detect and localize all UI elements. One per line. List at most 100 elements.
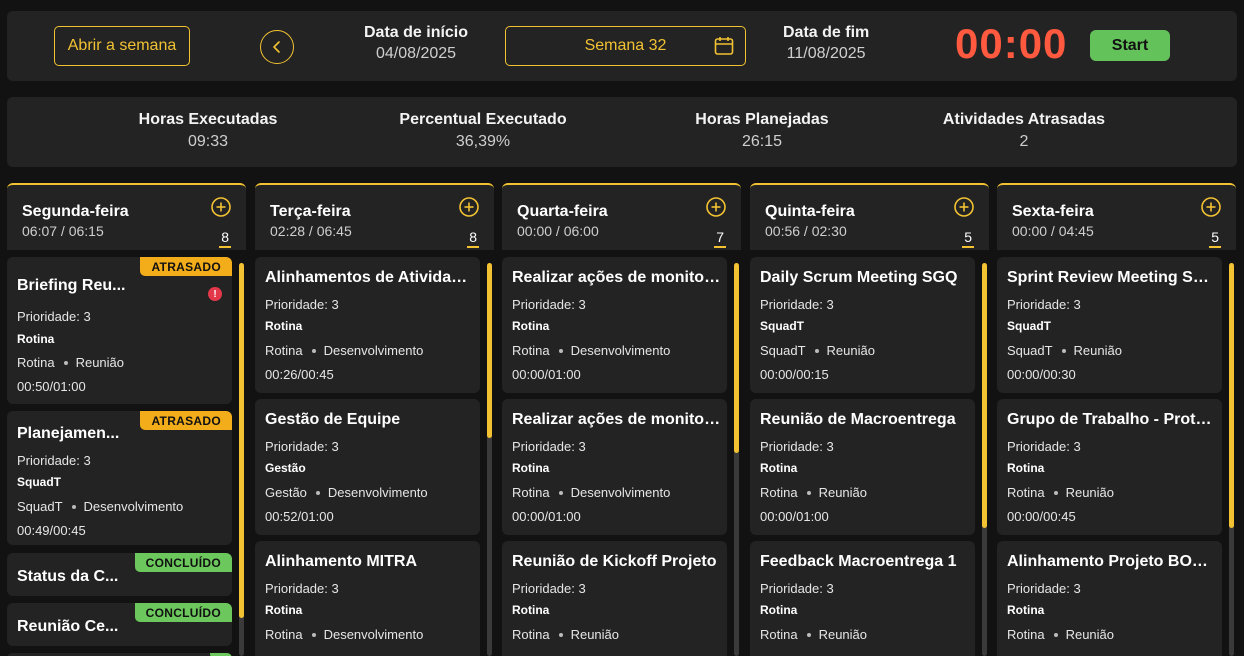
card-priority: Prioridade: 3 [17,309,91,324]
day-column: Quarta-feira 00:00 / 06:00 7 Realizar aç… [502,183,741,656]
day-column-header: Quarta-feira 00:00 / 06:00 7 [502,183,741,250]
card-time: 00:52/01:00 [265,509,334,524]
day-column: Segunda-feira 06:07 / 06:15 8 ATRASADO !… [7,183,246,656]
late-activities-label: Atividades Atrasadas [942,111,1106,128]
card-priority: Prioridade: 3 [265,439,339,454]
card-tags: Rotina Reunião [760,627,867,642]
card-priority: Prioridade: 3 [1007,581,1081,596]
activity-card[interactable]: Alinhamento Projeto BOWIE Prioridade: 3 … [997,541,1222,656]
start-button[interactable]: Start [1090,30,1170,61]
status-badge: CONCLUÍDO [134,553,232,572]
add-activity-icon[interactable] [705,196,727,218]
activity-card[interactable]: Grupo de Trabalho - Protocolo Prioridade… [997,399,1222,535]
day-hours: 02:28 / 06:45 [270,223,352,239]
day-column-header: Terça-feira 02:28 / 06:45 8 [255,183,494,250]
scrollbar-thumb[interactable] [487,263,492,438]
card-group: Gestão [265,461,306,475]
card-tag: SquadT [760,343,806,358]
day-name: Terça-feira [270,203,351,220]
calendar-icon[interactable] [713,35,735,57]
day-column: Terça-feira 02:28 / 06:45 8 Alinhamentos… [255,183,494,656]
add-activity-icon[interactable] [458,196,480,218]
add-activity-icon[interactable] [1200,196,1222,218]
end-date-label: Data de fim [783,24,870,41]
scrollbar-thumb[interactable] [734,263,739,453]
activity-card[interactable]: Gestão de Equipe Prioridade: 3 Gestão Ge… [255,399,480,535]
activity-card[interactable]: Alinhamentos de Atividades Prioridade: 3… [255,257,480,393]
card-tag: Rotina [265,343,303,358]
activity-card[interactable]: Realizar ações de monitoramento Priorida… [502,399,727,535]
card-tag: Desenvolvimento [83,499,184,514]
percent-executed-value: 36,39% [455,133,511,150]
card-tags: SquadT Desenvolvimento [17,499,183,514]
separator-dot [311,348,316,353]
activity-card[interactable]: ATRASADO Planejamen... Prioridade: 3 Squ… [7,411,232,545]
card-tag: Desenvolvimento [323,627,424,642]
activity-card[interactable]: Feedback Macroentrega 1 Prioridade: 3 Ro… [750,541,975,656]
activity-card[interactable]: Reunião de Macroentrega Prioridade: 3 Ro… [750,399,975,535]
card-tag: Desenvolvimento [323,343,424,358]
scrollbar[interactable] [982,263,987,656]
week-selector[interactable]: Semana 32 [505,26,746,66]
card-tag: Desenvolvimento [570,343,671,358]
activity-card[interactable]: Daily Scrum Meeting SGQ Prioridade: 3 Sq… [750,257,975,393]
scrollbar[interactable] [239,263,244,656]
card-tags: Rotina Reunião [760,485,867,500]
card-tags: Rotina Desenvolvimento [265,627,423,642]
card-tag: Rotina [512,485,550,500]
activity-card[interactable]: CONCLUÍDO Reunião Ce... [7,603,232,646]
separator-dot [806,490,811,495]
card-tag: Gestão [265,485,307,500]
card-tags: Rotina Desenvolvimento [512,485,670,500]
card-title: Gestão de Equipe [265,411,401,428]
separator-dot [1053,632,1058,637]
card-title: Reunião Ce... [17,618,119,635]
activity-card[interactable]: Reunião de Kickoff Projeto Prioridade: 3… [502,541,727,656]
scrollbar-thumb[interactable] [1229,263,1234,528]
separator-dot [71,504,76,509]
card-title: Feedback Macroentrega 1 [760,553,957,570]
start-date-value: 04/08/2025 [375,45,457,62]
scrollbar-thumb[interactable] [239,263,244,618]
scrollbar[interactable] [1229,263,1234,656]
card-title: Realizar ações de monitoramento [512,411,722,428]
card-title: Reunião de Kickoff Projeto [512,553,717,570]
open-week-button[interactable]: Abrir a semana [54,26,190,66]
card-title: Alinhamentos de Atividades [265,269,475,286]
activity-count: 8 [467,229,479,248]
add-activity-icon[interactable] [210,196,232,218]
alert-icon: ! [208,287,222,301]
activity-count: 7 [714,229,726,248]
card-group: Rotina [512,461,550,475]
summary-bar: Horas Executadas 09:33 Percentual Execut… [7,97,1237,167]
add-activity-icon[interactable] [953,196,975,218]
card-tag: Reunião [75,355,125,370]
scrollbar-thumb[interactable] [982,263,987,528]
activity-card[interactable]: CONCLUÍDO Status da C... [7,553,232,596]
separator-dot [814,348,819,353]
card-time: 00:50/01:00 [17,379,86,394]
activity-count: 8 [219,229,231,248]
separator-dot [1061,348,1066,353]
scrollbar[interactable] [734,263,739,656]
card-tag: Reunião [1065,485,1115,500]
card-tag: Reunião [818,627,868,642]
previous-week-button[interactable] [260,30,294,64]
card-tag: Rotina [17,355,55,370]
separator-dot [63,360,68,365]
separator-dot [806,632,811,637]
activity-card[interactable]: Alinhamento MITRA Prioridade: 3 Rotina R… [255,541,480,656]
week-label: Semana 32 [584,37,667,54]
activity-card[interactable]: ATRASADO ! Briefing Reu... Prioridade: 3… [7,257,232,404]
card-group: SquadT [760,319,804,333]
card-tag: Rotina [760,485,798,500]
day-name: Quarta-feira [517,203,608,220]
activity-card[interactable]: Realizar ações de monitoramento Priorida… [502,257,727,393]
card-group: Rotina [1007,461,1045,475]
scrollbar[interactable] [487,263,492,656]
card-group: Rotina [17,332,55,346]
activity-card[interactable]: Sprint Review Meeting SGQ Prioridade: 3 … [997,257,1222,393]
card-priority: Prioridade: 3 [17,453,91,468]
card-tag: Desenvolvimento [327,485,428,500]
card-tag: Reunião [1065,627,1115,642]
